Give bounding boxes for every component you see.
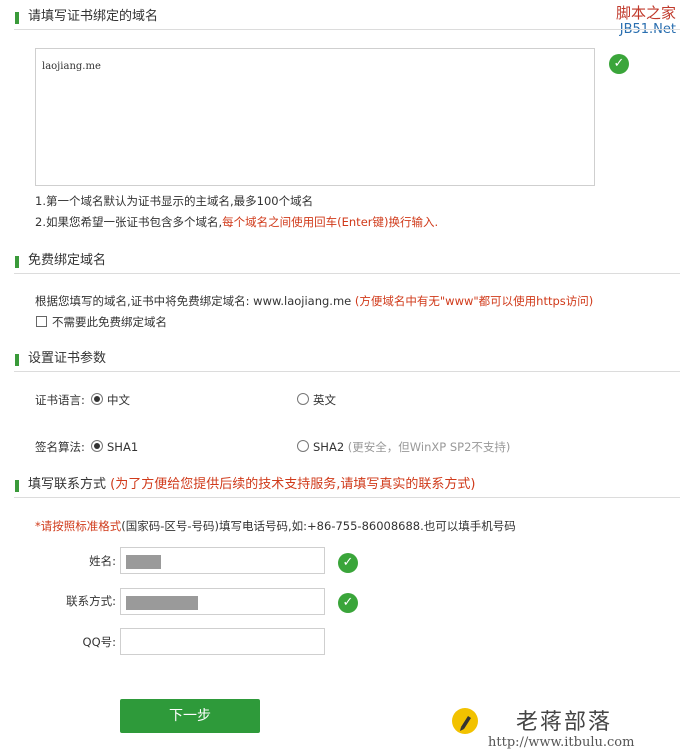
lang-chinese-label[interactable]: 中文 — [107, 392, 130, 408]
divider — [14, 497, 680, 498]
redacted-value — [126, 555, 161, 569]
divider — [14, 29, 680, 30]
domain-hint-1: 1.第一个域名默认为证书显示的主域名,最多100个域名 — [35, 194, 314, 208]
domain-hint-2: 2.如果您希望一张证书包含多个域名,每个域名之间使用回车(Enter键)换行输入… — [35, 214, 438, 230]
algo-sha2-radio[interactable] — [297, 440, 309, 452]
algo-sha1-label[interactable]: SHA1 — [107, 439, 138, 455]
section-domain-header: 请填写证书绑定的域名 — [0, 8, 680, 32]
section-marker — [15, 12, 19, 24]
pencil-icon — [460, 716, 471, 731]
section-title-text: 填写联系方式 — [28, 477, 107, 492]
no-free-domain-checkbox[interactable] — [36, 316, 47, 327]
lang-chinese-radio[interactable] — [91, 393, 103, 405]
no-free-domain-label[interactable]: 不需要此免费绑定域名 — [52, 314, 167, 330]
section-free-header: 免费绑定域名 — [0, 252, 680, 276]
phone-input[interactable] — [120, 588, 325, 615]
algo-sha2-option[interactable]: SHA2 (更安全，但WinXP SP2不支持) — [313, 439, 510, 455]
free-domain-desc-text: 根据您填写的域名,证书中将免费绑定域名: www.laojiang.me — [35, 294, 352, 308]
phone-format-hint-text: (国家码-区号-号码)填写电话号码,如:+86-755-86008688.也可以… — [121, 519, 516, 533]
section-title: 填写联系方式 (为了方便给您提供后续的技术支持服务,请填写真实的联系方式) — [28, 476, 475, 494]
section-title: 免费绑定域名 — [28, 253, 107, 268]
lang-english-radio[interactable] — [297, 393, 309, 405]
algo-sha2-note: (更安全，但WinXP SP2不支持) — [347, 440, 511, 454]
phone-format-hint: *请按照标准格式(国家码-区号-号码)填写电话号码,如:+86-755-8600… — [35, 518, 516, 534]
section-marker — [15, 480, 19, 492]
divider — [14, 371, 680, 372]
qq-label: QQ号: — [82, 635, 116, 649]
watermark-brand: 老蒋部落 — [516, 710, 613, 735]
valid-check-icon: ✓ — [609, 54, 629, 74]
algo-sha1-radio[interactable] — [91, 440, 103, 452]
valid-check-icon: ✓ — [338, 553, 358, 573]
cert-language-label: 证书语言: — [35, 393, 85, 407]
redacted-value — [126, 596, 198, 610]
next-step-button[interactable]: 下一步 — [120, 699, 260, 733]
divider — [14, 273, 680, 274]
free-domain-desc: 根据您填写的域名,证书中将免费绑定域名: www.laojiang.me (方便… — [35, 293, 593, 309]
domain-hint-2-warning: 每个域名之间使用回车(Enter键)换行输入. — [222, 215, 439, 229]
watermark-pencil-icon — [452, 708, 478, 734]
watermark-url: http://www.itbulu.com — [488, 735, 635, 750]
section-marker — [15, 354, 19, 366]
phone-label: 联系方式: — [66, 594, 116, 608]
section-title: 设置证书参数 — [28, 351, 107, 366]
section-contact-header: 填写联系方式 (为了方便给您提供后续的技术支持服务,请填写真实的联系方式) — [0, 476, 680, 500]
lang-english-label[interactable]: 英文 — [313, 392, 336, 408]
domain-hint-2-text: 2.如果您希望一张证书包含多个域名, — [35, 215, 223, 229]
name-input[interactable] — [120, 547, 325, 574]
section-params-header: 设置证书参数 — [0, 350, 680, 374]
sign-algo-label: 签名算法: — [35, 440, 85, 454]
domain-textarea[interactable]: laojiang.me — [35, 48, 595, 186]
algo-sha2-label[interactable]: SHA2 — [313, 440, 344, 454]
qq-input[interactable] — [120, 628, 325, 655]
section-title-note: (为了方便给您提供后续的技术支持服务,请填写真实的联系方式) — [110, 477, 476, 492]
valid-check-icon: ✓ — [338, 593, 358, 613]
section-marker — [15, 256, 19, 268]
section-title: 请填写证书绑定的域名 — [28, 9, 159, 24]
name-label: 姓名: — [89, 554, 116, 568]
free-domain-desc-note: (方便域名中有无"www"都可以使用https访问) — [351, 294, 594, 308]
phone-format-hint-required: *请按照标准格式 — [35, 519, 122, 533]
